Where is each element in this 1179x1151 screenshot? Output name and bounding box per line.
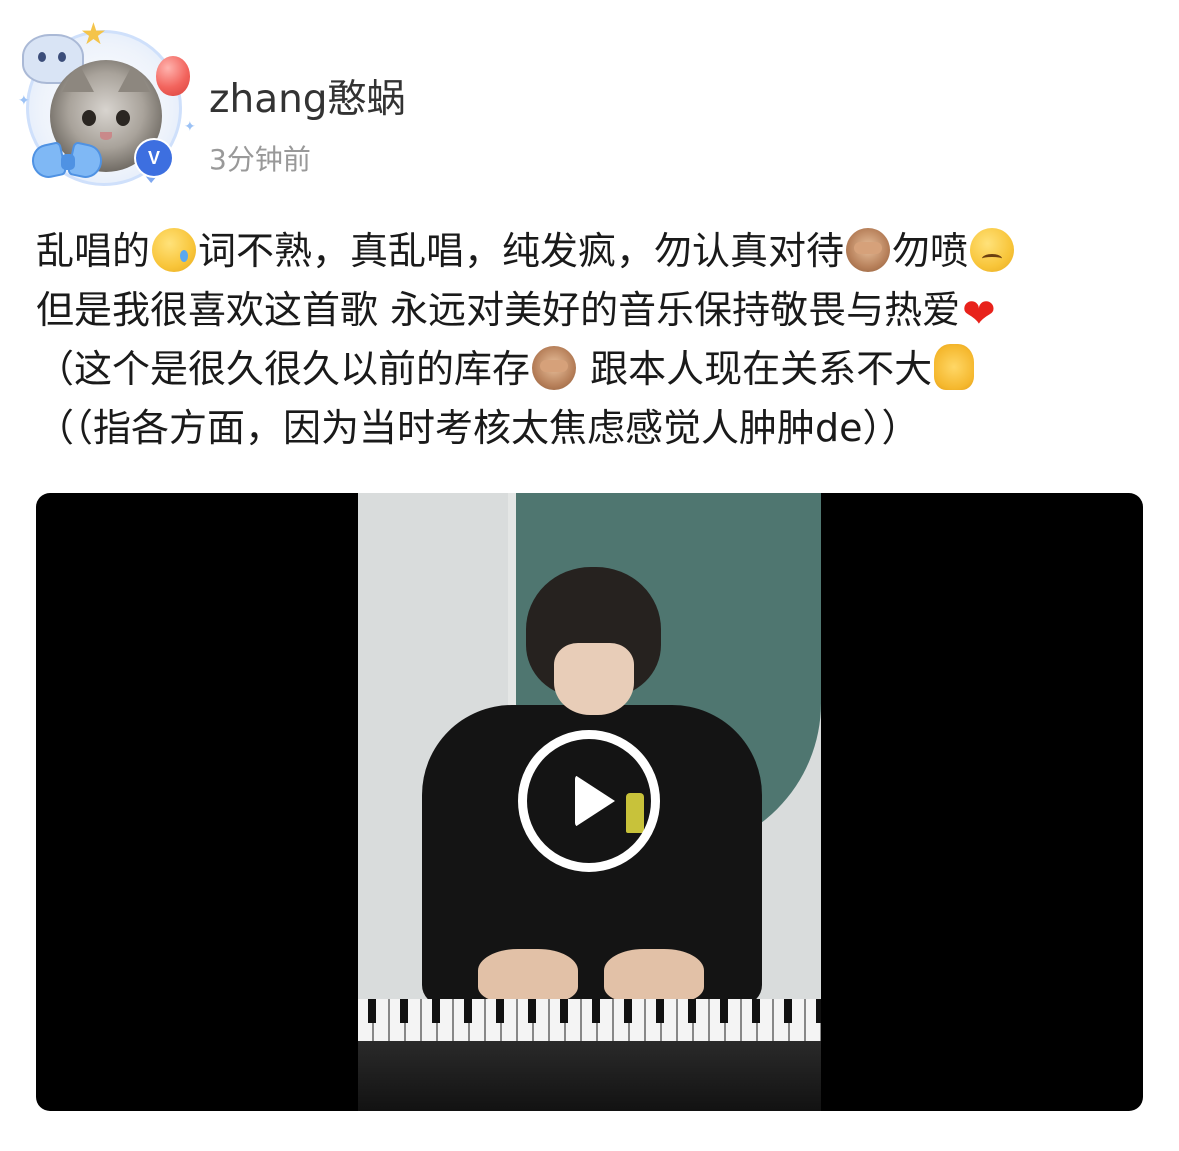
username[interactable]: zhang憨蜗 bbox=[209, 68, 406, 124]
confounded-face-emoji-icon bbox=[970, 228, 1015, 272]
video-player[interactable] bbox=[36, 493, 1143, 1111]
post-text-segment: 但是我很喜欢这首歌 永远对美好的音乐保持敬畏与热爱 bbox=[36, 288, 961, 332]
play-icon bbox=[575, 775, 615, 827]
sparkle-icon: ✦ bbox=[184, 119, 196, 135]
post-text-segment: 勿喷 bbox=[892, 229, 969, 273]
post-line-3: （这个是很久很久以前的库存 跟本人现在关系不大 bbox=[36, 340, 1146, 399]
post-text-segment: （这个是很久很久以前的库存 bbox=[36, 347, 531, 391]
cat-eye-right bbox=[116, 110, 130, 126]
post-timestamp[interactable]: 3分钟前 bbox=[209, 138, 311, 178]
sparkle-icon: ✦ bbox=[18, 93, 30, 109]
verified-badge-icon: V bbox=[134, 138, 174, 178]
avatar[interactable]: ★ ♥ ✦ ✦ V bbox=[16, 17, 196, 196]
cat-ear-right bbox=[118, 62, 150, 92]
piano-keyboard bbox=[358, 999, 821, 1111]
cat-eye-left bbox=[82, 110, 96, 126]
star-icon: ★ bbox=[80, 17, 107, 52]
red-heart-emoji-icon: ❤ bbox=[962, 291, 996, 337]
post-text-segment: 跟本人现在关系不大 bbox=[578, 347, 933, 391]
post-text-segment: 词不熟，真乱唱，纯发疯，勿认真对待 bbox=[198, 229, 845, 273]
post-line-4: （（指各方面，因为当时考核太焦虑感觉人肿肿de）） bbox=[36, 399, 1146, 458]
person-face bbox=[554, 643, 634, 715]
post-line-1: 乱唱的 词不熟，真乱唱，纯发疯，勿认真对待 勿喷 bbox=[36, 222, 1146, 281]
play-button[interactable] bbox=[518, 730, 660, 872]
post-line-2: 但是我很喜欢这首歌 永远对美好的音乐保持敬畏与热爱❤ bbox=[36, 281, 1146, 340]
see-no-evil-monkey-emoji-icon bbox=[846, 228, 891, 272]
crying-face-emoji-icon bbox=[152, 228, 197, 272]
cat-ear-left bbox=[62, 62, 94, 92]
see-no-evil-monkey-emoji-icon bbox=[532, 346, 577, 390]
post-body: 乱唱的 词不熟，真乱唱，纯发疯，勿认真对待 勿喷 但是我很喜欢这首歌 永远对美好的音… bbox=[36, 222, 1146, 458]
balloon-icon bbox=[156, 56, 190, 96]
verified-letter: V bbox=[138, 142, 170, 174]
raised-hand-emoji-icon bbox=[934, 344, 975, 390]
post-text-segment: （（指各方面，因为当时考核太焦虑感觉人肿肿de）） bbox=[36, 406, 920, 450]
bow-icon bbox=[28, 138, 106, 190]
post-text-segment: 乱唱的 bbox=[36, 229, 151, 273]
